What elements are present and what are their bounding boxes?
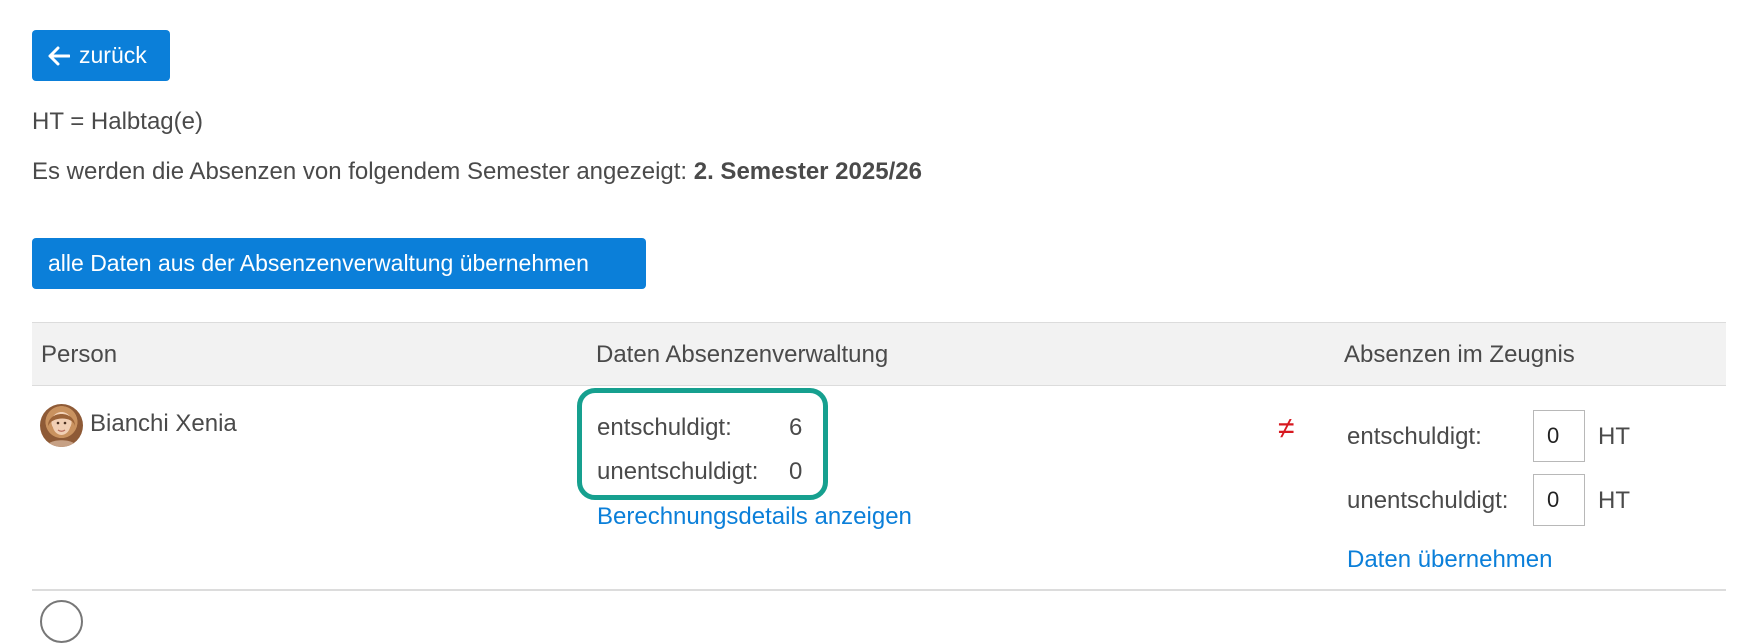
next-row-avatar xyxy=(40,600,83,643)
back-button[interactable]: zurück xyxy=(32,30,170,81)
person-name: Bianchi Xenia xyxy=(90,410,237,437)
absence-excused-value: 6 xyxy=(789,414,803,441)
table-header: Person Daten Absenzenverwaltung Absenzen… xyxy=(32,322,1726,386)
column-header-person: Person xyxy=(41,341,118,368)
absence-unexcused-label: unentschuldigt: xyxy=(597,458,759,485)
report-unexcused-label: unentschuldigt: xyxy=(1347,487,1509,514)
avatar xyxy=(40,404,83,447)
legend-text: HT = Halbtag(e) xyxy=(32,108,203,135)
apply-data-link[interactable]: Daten übernehmen xyxy=(1347,546,1552,574)
absence-unexcused-value: 0 xyxy=(789,458,803,485)
semester-value: 2. Semester 2025/26 xyxy=(693,158,922,185)
report-unexcused-unit: HT xyxy=(1598,487,1630,514)
report-unexcused-input[interactable] xyxy=(1533,474,1585,526)
column-header-zeugnis: Absenzen im Zeugnis xyxy=(1344,341,1575,368)
row-divider xyxy=(32,589,1726,591)
semester-prefix: Es werden die Absenzen von folgendem Sem… xyxy=(32,158,694,185)
calculation-details-link[interactable]: Berechnungsdetails anzeigen xyxy=(597,503,912,531)
mismatch-indicator: ≠ xyxy=(1278,412,1295,445)
column-header-daten: Daten Absenzenverwaltung xyxy=(596,341,889,368)
report-excused-unit: HT xyxy=(1598,423,1630,450)
back-button-label: zurück xyxy=(79,42,147,68)
arrow-left-icon xyxy=(48,46,70,66)
report-excused-input[interactable] xyxy=(1533,410,1585,462)
absence-excused-label: entschuldigt: xyxy=(597,414,732,441)
semester-info: Es werden die Absenzen von folgendem Sem… xyxy=(32,158,922,186)
report-excused-label: entschuldigt: xyxy=(1347,423,1482,450)
take-all-data-button[interactable]: alle Daten aus der Absenzenverwaltung üb… xyxy=(32,238,646,289)
